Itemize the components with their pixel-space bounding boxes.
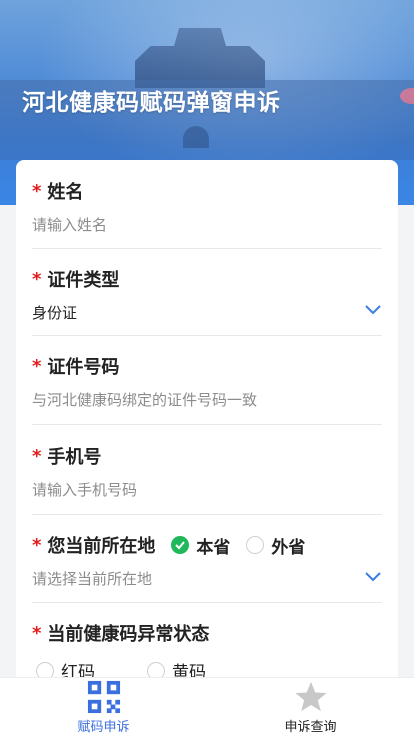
required-mark: * — [32, 355, 42, 377]
status-label: * 当前健康码异常状态 — [32, 620, 382, 646]
id-type-field[interactable]: * 证件类型 身份证 — [32, 266, 382, 336]
location-option-label: 本省 — [196, 537, 231, 558]
location-option-province[interactable]: 本省 — [171, 533, 230, 558]
chevron-down-icon[interactable] — [364, 567, 382, 585]
phone-field[interactable]: * 手机号 请输入手机号码 — [32, 443, 382, 515]
id-type-label: * 证件类型 — [32, 266, 382, 292]
phone-input[interactable]: 请输入手机号码 — [32, 479, 382, 500]
required-mark: * — [32, 534, 42, 556]
status-label-text: 当前健康码异常状态 — [47, 624, 210, 645]
required-mark: * — [32, 445, 42, 467]
bottom-tab-bar: 赋码申诉 申诉查询 — [0, 677, 414, 735]
location-label: * 您当前所在地 本省 外省 — [32, 532, 382, 558]
location-field[interactable]: * 您当前所在地 本省 外省 请选择当前所在地 — [32, 532, 382, 603]
status-field[interactable]: * 当前健康码异常状态 红码 黄码 — [32, 620, 382, 684]
id-number-input[interactable]: 与河北健康码绑定的证件号码一致 — [32, 389, 382, 410]
id-type-select[interactable]: 身份证 — [32, 302, 382, 323]
id-number-field[interactable]: * 证件号码 与河北健康码绑定的证件号码一致 — [32, 353, 382, 425]
location-select[interactable]: 请选择当前所在地 — [32, 568, 382, 589]
location-option-label: 外省 — [271, 537, 306, 558]
divider — [32, 514, 382, 515]
name-label-text: 姓名 — [47, 182, 84, 203]
page-title: 河北健康码赋码弹窗申诉 — [22, 90, 281, 116]
banner-arch-image — [183, 126, 209, 148]
divider — [32, 335, 382, 336]
name-label: * 姓名 — [32, 178, 382, 204]
divider — [32, 424, 382, 425]
name-field[interactable]: * 姓名 请输入姓名 — [32, 178, 382, 249]
qr-code-icon — [87, 680, 120, 714]
phone-label-text: 手机号 — [47, 447, 102, 468]
required-mark: * — [32, 268, 42, 290]
chevron-down-icon[interactable] — [364, 300, 382, 318]
tab-appeal[interactable]: 赋码申诉 — [0, 678, 207, 735]
location-option-outside[interactable]: 外省 — [246, 533, 305, 558]
id-number-label: * 证件号码 — [32, 353, 382, 379]
divider — [32, 248, 382, 249]
id-number-label-text: 证件号码 — [47, 357, 120, 378]
tab-query-label: 申诉查询 — [284, 720, 337, 735]
required-mark: * — [32, 622, 42, 644]
phone-label: * 手机号 — [32, 443, 382, 469]
tab-appeal-label: 赋码申诉 — [77, 720, 130, 735]
radio-checked-icon[interactable] — [171, 536, 190, 554]
required-mark: * — [32, 180, 42, 202]
radio-unchecked-icon[interactable] — [246, 536, 265, 554]
star-icon — [294, 681, 327, 712]
name-input[interactable]: 请输入姓名 — [32, 214, 382, 235]
appeal-form: * 姓名 请输入姓名 * 证件类型 身份证 * 证件号码 与河北健康码绑定的证件… — [16, 160, 398, 700]
tab-query[interactable]: 申诉查询 — [207, 678, 414, 735]
id-type-label-text: 证件类型 — [47, 270, 120, 291]
divider — [32, 602, 382, 603]
location-label-text: 您当前所在地 — [47, 536, 156, 557]
